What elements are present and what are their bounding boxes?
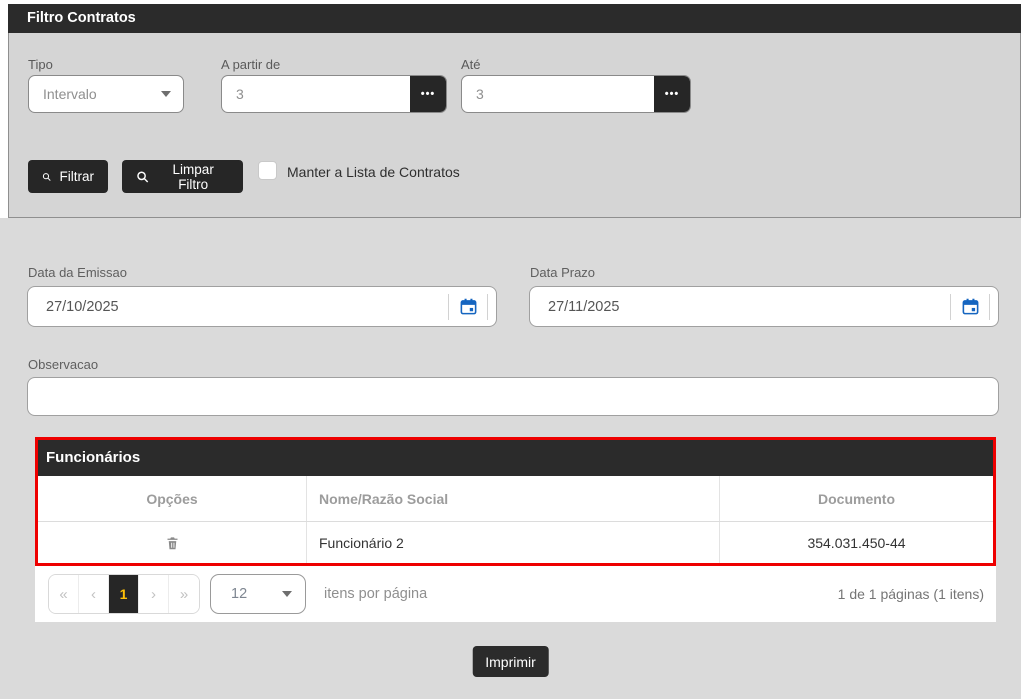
ellipsis-icon: •••: [664, 88, 680, 100]
filter-panel: Filtro Contratos Tipo Intervalo A partir…: [8, 4, 1021, 218]
page: Filtro Contratos Tipo Intervalo A partir…: [0, 0, 1021, 699]
pagination-bar: « ‹ 1 › » 12 itens por página 1 de 1 pág…: [35, 566, 996, 622]
data-prazo-label: Data Prazo: [530, 265, 596, 280]
data-emissao-field: [27, 286, 497, 327]
calendar-icon: [962, 298, 978, 315]
chevron-down-icon: [282, 591, 292, 597]
data-prazo-input[interactable]: [548, 298, 950, 315]
observacao-input[interactable]: [27, 377, 999, 416]
row-documento-cell: 354.031.450-44: [807, 534, 906, 551]
table-header-row: Opções Nome/Razão Social Documento: [38, 476, 993, 522]
pager-page-1-button[interactable]: 1: [109, 575, 139, 613]
divider: [487, 293, 488, 320]
funcionarios-table: Opções Nome/Razão Social Documento Funci…: [38, 476, 993, 563]
column-header-documento: Documento: [818, 490, 895, 507]
delete-row-button[interactable]: [165, 535, 180, 551]
divider: [989, 293, 990, 320]
imprimir-button[interactable]: Imprimir: [472, 646, 549, 677]
filter-panel-title: Filtro Contratos: [8, 4, 1021, 33]
a-partir-de-label: A partir de: [221, 57, 281, 72]
column-header-opcoes: Opções: [38, 476, 307, 521]
trash-icon: [167, 536, 177, 549]
funcionarios-panel: Funcionários Opções Nome/Razão Social Do…: [35, 437, 996, 566]
items-per-page-label: itens por página: [324, 586, 428, 602]
observacao-label: Observacao: [28, 357, 99, 372]
manter-lista-checkbox-label: Manter a Lista de Contratos: [287, 164, 460, 180]
pager-last-button[interactable]: »: [169, 575, 199, 613]
a-partir-de-picker-button[interactable]: •••: [410, 76, 446, 112]
limpar-filtro-button[interactable]: Limpar Filtro: [122, 160, 243, 193]
manter-lista-checkbox[interactable]: [258, 161, 277, 180]
data-emissao-calendar-button[interactable]: [449, 287, 487, 326]
data-emissao-label: Data da Emissao: [28, 265, 127, 280]
chevron-down-icon: [161, 91, 171, 97]
tipo-select[interactable]: Intervalo: [28, 75, 184, 113]
ate-input[interactable]: [462, 76, 654, 112]
a-partir-de-input[interactable]: [222, 76, 410, 112]
row-nome-cell: Funcionário 2: [307, 522, 720, 563]
data-prazo-field: [529, 286, 999, 327]
pager-first-button[interactable]: «: [49, 575, 79, 613]
limpar-filtro-button-label: Limpar Filtro: [172, 161, 214, 192]
tipo-select-value: Intervalo: [43, 86, 97, 102]
a-partir-de-group: •••: [221, 75, 447, 113]
tipo-label: Tipo: [28, 57, 53, 72]
search-icon: [137, 171, 149, 183]
ate-label: Até: [461, 57, 481, 72]
calendar-icon: [460, 298, 476, 315]
ellipsis-icon: •••: [420, 88, 436, 100]
ate-group: •••: [461, 75, 691, 113]
funcionarios-panel-title: Funcionários: [38, 440, 993, 476]
pager-prev-button[interactable]: ‹: [79, 575, 109, 613]
data-emissao-input[interactable]: [46, 298, 448, 315]
filtrar-button[interactable]: Filtrar: [28, 160, 108, 193]
row-options-cell: [38, 522, 307, 563]
filtrar-button-label: Filtrar: [59, 169, 95, 184]
page-size-value: 12: [231, 586, 248, 602]
page-size-select[interactable]: 12: [210, 574, 306, 614]
table-row: Funcionário 2 354.031.450-44: [38, 522, 993, 563]
data-prazo-calendar-button[interactable]: [951, 287, 989, 326]
ate-picker-button[interactable]: •••: [654, 76, 690, 112]
pager: « ‹ 1 › »: [48, 574, 200, 614]
pagination-summary: 1 de 1 páginas (1 itens): [837, 586, 984, 602]
pager-next-button[interactable]: ›: [139, 575, 169, 613]
content-section: Data da Emissao Data Prazo: [0, 218, 1021, 699]
search-icon: [42, 172, 51, 181]
column-header-nome-razao-social: Nome/Razão Social: [307, 476, 720, 521]
filter-panel-body: Tipo Intervalo A partir de ••• Até •••: [8, 33, 1021, 218]
